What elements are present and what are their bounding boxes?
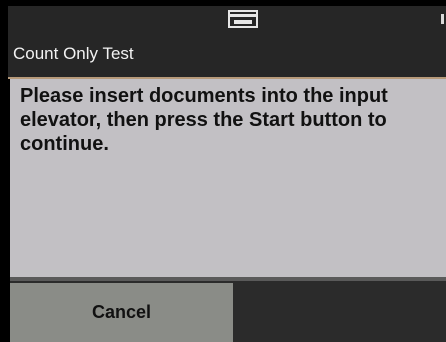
header-bar: Count Only Test bbox=[8, 6, 446, 78]
device-screen: Count Only Test Please insert documents … bbox=[0, 0, 446, 342]
status-indicator-icon bbox=[441, 14, 444, 24]
cancel-button[interactable]: Cancel bbox=[10, 283, 233, 342]
action-bar: Cancel bbox=[10, 281, 446, 342]
message-panel: Please insert documents into the input e… bbox=[10, 79, 446, 277]
instruction-message: Please insert documents into the input e… bbox=[20, 85, 388, 155]
scanner-tray-icon bbox=[228, 10, 258, 28]
page-title: Count Only Test bbox=[13, 44, 134, 63]
